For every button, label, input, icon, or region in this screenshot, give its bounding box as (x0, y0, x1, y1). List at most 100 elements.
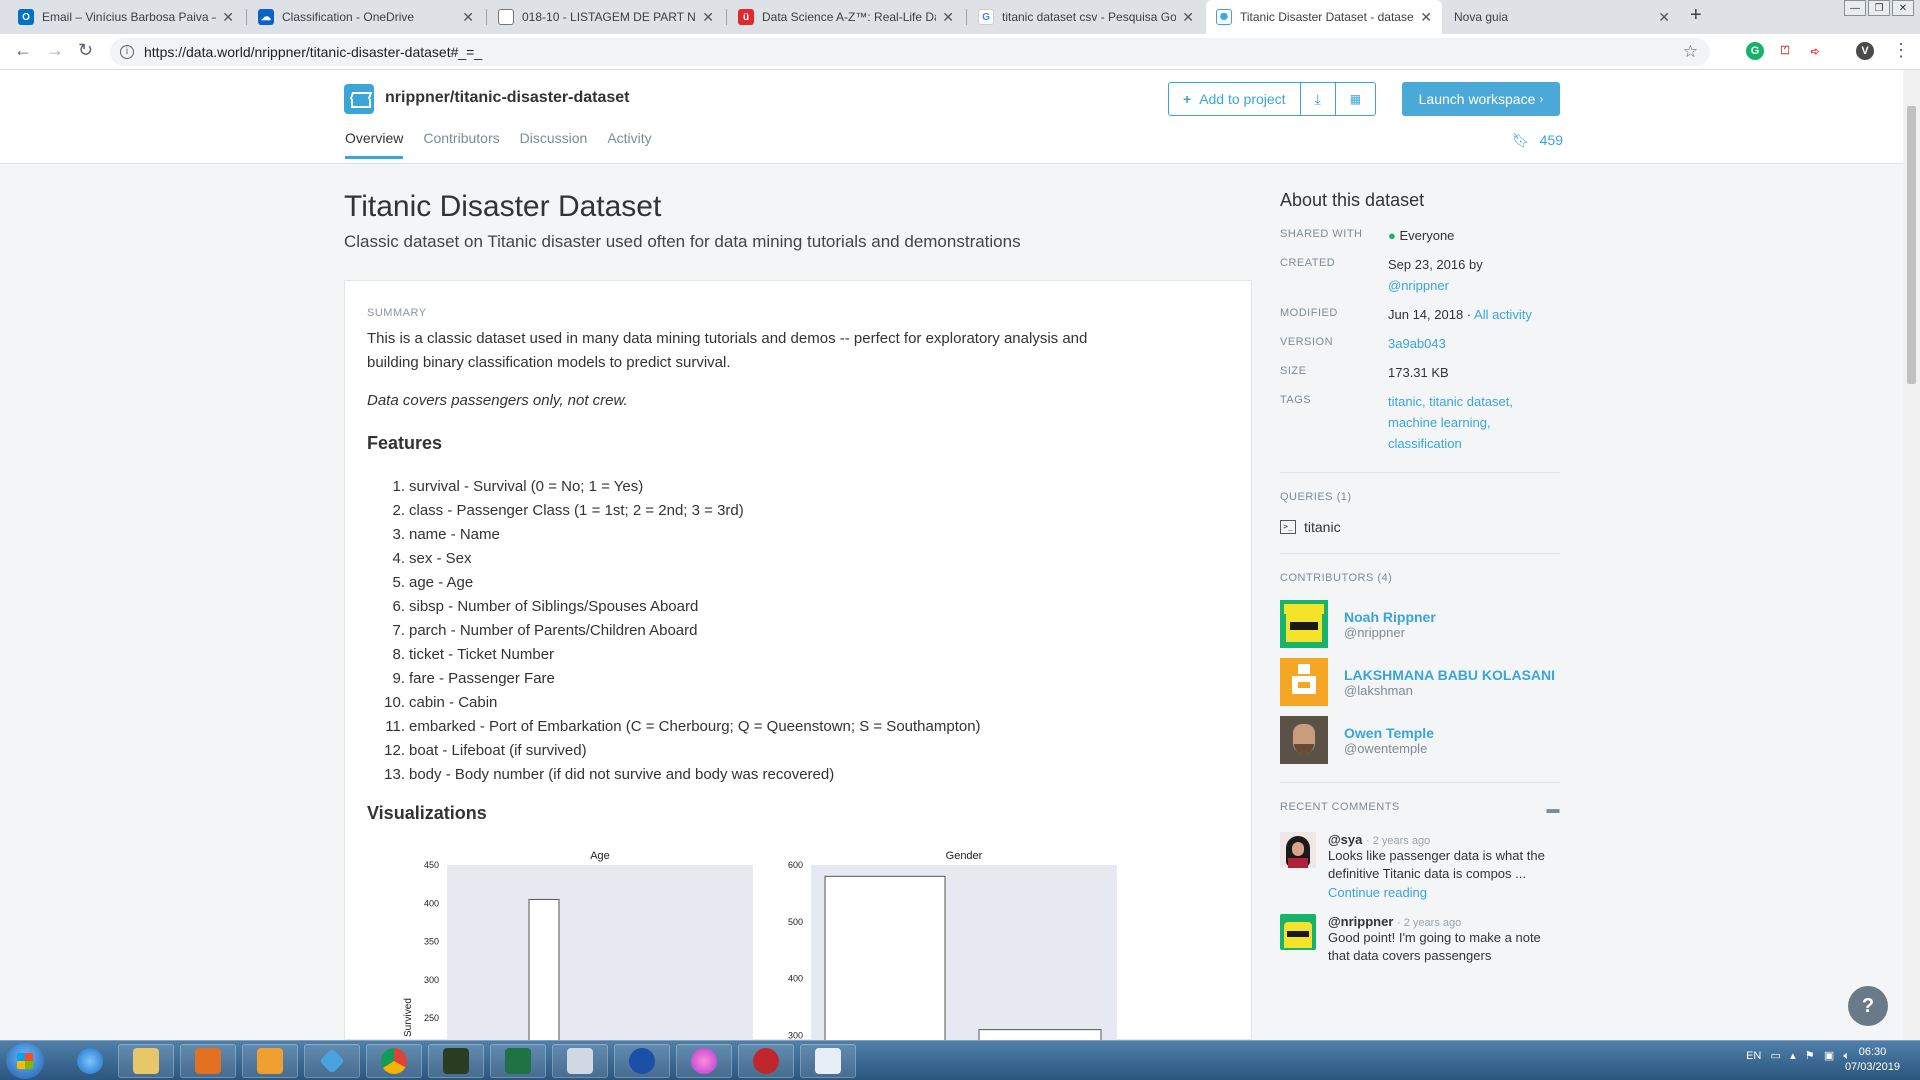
browser-tab-new[interactable]: Nova guia ✕ (1444, 0, 1680, 34)
all-activity-link[interactable]: All activity (1474, 307, 1532, 322)
itunes-icon[interactable] (676, 1044, 732, 1078)
y-tick-label: 250 (424, 1013, 439, 1023)
browser-tab-dataworld[interactable]: ✺ Titanic Disaster Dataset - dataset ✕ (1206, 0, 1442, 34)
profile-avatar[interactable]: V (1856, 42, 1874, 60)
query-name: titanic (1304, 519, 1341, 535)
tab-overview[interactable]: Overview (345, 130, 404, 159)
contributor-item[interactable]: LAKSHMANA BABU KOLASANI @lakshman (1280, 658, 1560, 706)
launch-workspace-button[interactable]: Launch workspace › (1402, 82, 1560, 116)
continue-reading-link[interactable]: Continue reading (1328, 885, 1554, 900)
tab-discussion[interactable]: Discussion (520, 130, 588, 159)
creator-link[interactable]: @nrippner (1388, 278, 1449, 293)
comment-time: · 2 years ago (1397, 917, 1462, 929)
chart-title: Age (590, 850, 610, 862)
outlook-taskbar-icon[interactable] (242, 1044, 298, 1078)
y-tick-label: 500 (788, 917, 803, 927)
list-item: 4. sex - Sex (392, 550, 472, 567)
extension-icon[interactable]: ➪ (1806, 42, 1824, 60)
app-icon[interactable] (428, 1044, 484, 1078)
summary-label: SUMMARY (367, 307, 427, 319)
close-icon[interactable]: ✕ (1420, 9, 1432, 26)
list-item: 6. sibsp - Number of Siblings/Spouses Abo… (392, 598, 699, 615)
document-icon (498, 9, 514, 25)
list-item: 12. boat - Lifeboat (if survived) (384, 742, 587, 759)
query-item-titanic[interactable]: >_ titanic (1280, 519, 1560, 535)
scroll-thumb[interactable] (1907, 106, 1916, 384)
minimize-icon[interactable]: — (1844, 0, 1866, 16)
tab-activity[interactable]: Activity (607, 130, 651, 159)
calculator-icon[interactable] (552, 1044, 608, 1078)
close-icon[interactable]: ✕ (702, 9, 714, 26)
reload-icon[interactable]: ↻ (78, 40, 93, 61)
app-icon[interactable] (614, 1044, 670, 1078)
clock[interactable]: 06:30 07/03/2019 (1845, 1045, 1900, 1075)
chrome-icon[interactable] (366, 1044, 422, 1078)
browser-tab-onedrive[interactable]: ☁ Classification - OneDrive ✕ (248, 0, 484, 34)
back-icon[interactable]: ← (14, 40, 32, 61)
browser-tab-google[interactable]: G titanic dataset csv - Pesquisa Goo ✕ (968, 0, 1204, 34)
page-scrollbar[interactable] (1903, 70, 1920, 1040)
restore-icon[interactable]: ❐ (1868, 0, 1890, 16)
download-button[interactable]: ⤓ (1301, 83, 1336, 115)
terminal-icon: >_ (1280, 520, 1296, 534)
qr-share-icon: ▦ (1349, 92, 1362, 106)
site-info-icon[interactable]: i (120, 45, 134, 59)
browser-tab-document[interactable]: 018-10 - LISTAGEM DE PART NU ✕ (488, 0, 724, 34)
grammarly-icon[interactable]: G (1746, 42, 1764, 60)
menu-dots-icon[interactable]: ⋮ (1892, 40, 1910, 61)
comment-user[interactable]: @sya (1328, 832, 1362, 847)
visualizations-charts: Age 250 300 350 400 450 Survived Gender 300 400 50… (403, 850, 1117, 1041)
contributor-name: Owen Temple (1344, 724, 1434, 741)
chart-bar (528, 898, 560, 1041)
tableau-icon[interactable] (800, 1044, 856, 1078)
tags-links[interactable]: titanic, titanic dataset, machine learni… (1388, 394, 1513, 451)
comment-icon[interactable]: ▬ (1547, 801, 1561, 816)
tab-title: 018-10 - LISTAGEM DE PART NU (522, 10, 697, 24)
new-tab-button[interactable]: + (1690, 4, 1702, 27)
send-icon[interactable] (304, 1044, 360, 1078)
divider (1280, 472, 1560, 473)
media-player-icon[interactable] (180, 1044, 236, 1078)
contributor-item[interactable]: Owen Temple @owentemple (1280, 716, 1560, 764)
dataset-slug[interactable]: nrippner/titanic-disaster-dataset (385, 89, 630, 107)
close-icon[interactable]: ✕ (942, 9, 954, 26)
bookmark-count-button[interactable]: 🔖︎ 459 (1512, 132, 1563, 149)
tab-title: Titanic Disaster Dataset - dataset (1240, 10, 1415, 24)
bookmark-star-icon[interactable]: ☆ (1683, 42, 1698, 62)
url-input[interactable]: i https://data.world/nrippner/titanic-di… (110, 38, 1710, 66)
dataworld-logo-icon[interactable] (344, 84, 374, 114)
version-link[interactable]: 3a9ab043 (1388, 336, 1446, 351)
meta-value: Everyone (1399, 228, 1455, 243)
tab-contributors[interactable]: Contributors (423, 130, 499, 159)
list-item: 9. fare - Passenger Fare (392, 670, 555, 687)
question-icon: ? (1861, 994, 1875, 1017)
launch-label: Launch workspace (1418, 91, 1536, 107)
close-icon[interactable]: ✕ (222, 9, 234, 26)
add-to-project-button[interactable]: + Add to project (1169, 83, 1301, 115)
start-button[interactable] (6, 1043, 44, 1079)
avatar (1280, 832, 1316, 868)
app-icon[interactable] (738, 1044, 794, 1078)
browser-tab-udemy[interactable]: ü Data Science A-Z™: Real-Life Dat ✕ (728, 0, 964, 34)
meta-tags: TAGS titanic, titanic dataset, machine l… (1280, 391, 1560, 454)
avatar (1280, 658, 1328, 706)
list-item: 5. age - Age (392, 574, 474, 591)
contributor-item[interactable]: Noah Rippner @nrippner (1280, 600, 1560, 648)
dataset-header: nrippner/titanic-disaster-dataset + Add … (0, 70, 1903, 164)
close-icon[interactable]: ✕ (462, 9, 474, 26)
language-indicator[interactable]: EN (1746, 1050, 1761, 1062)
close-icon[interactable]: ✕ (1182, 9, 1194, 26)
close-window-icon[interactable]: ✕ (1892, 0, 1914, 16)
pdf-icon[interactable]: ⏍ (1776, 42, 1794, 60)
share-button[interactable]: ▦ (1336, 83, 1375, 115)
excel-icon[interactable] (490, 1044, 546, 1078)
browser-tab-outlook[interactable]: O Email – Vinícius Barbosa Paiva – ✕ (8, 0, 244, 34)
close-icon[interactable]: ✕ (1658, 9, 1670, 26)
comment-user[interactable]: @nrippner (1328, 914, 1393, 929)
contributors-label: CONTRIBUTORS (4) (1280, 572, 1393, 584)
explorer-icon[interactable] (118, 1044, 174, 1078)
ie-icon[interactable] (62, 1044, 118, 1078)
forward-icon[interactable]: → (46, 40, 64, 61)
list-item: 1. survival - Survival (0 = No; 1 = Yes) (392, 478, 644, 495)
help-button[interactable]: ? (1848, 986, 1888, 1026)
